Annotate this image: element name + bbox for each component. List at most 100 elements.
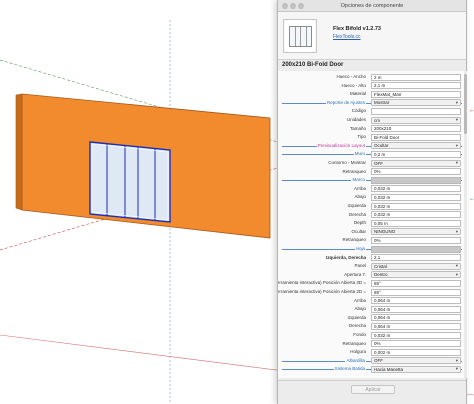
attribute-row: Izquierda 0,032 m [278,202,462,210]
plugin-name: Flex Bifold v1.2.73 [333,26,381,32]
attribute-input[interactable]: 0,032 m [371,185,461,193]
attribute-input[interactable]: 0,032 m [371,193,461,201]
attribute-input[interactable]: 2 m [371,73,461,81]
attribute-label: Derecha [348,211,366,217]
attribute-row: Tipo Bi-Fold Door [278,133,462,141]
attribute-input[interactable]: FlexMat_Marr [371,90,461,98]
attribute-label: Tamaño [349,125,366,131]
attribute-label: Retranqueo [342,237,366,243]
apply-button[interactable]: Aplicar [351,385,395,394]
attribute-label: Marco [351,177,366,183]
attribute-input[interactable]: 85° [371,279,461,287]
attribute-dropdown[interactable]: cm [371,116,461,124]
attribute-input[interactable]: Bi-Fold Door [371,133,461,141]
attribute-input[interactable]: 0,032 m [371,211,461,219]
attribute-row: Marco [278,176,462,184]
attribute-label: Sistema Batida [333,366,366,372]
attribute-label: Abajo [354,194,366,200]
attribute-input[interactable]: 0,032 m [371,331,461,339]
attribute-input[interactable]: 2,1 [371,254,461,262]
attribute-label: Unidades [346,117,366,122]
attribute-row: Izquierda 0,064 m [278,314,462,322]
attribute-row: Previsualización Layout Ocultar [278,142,462,150]
attribute-label: Hueco - Ancho [336,74,366,79]
attribute-label: Izquierda, Derecha [325,254,366,260]
scrollbar-thumb[interactable] [464,74,467,134]
attribute-row: (herramienta interactiva) Posición Abier… [278,288,462,296]
attribute-row: Panel Cristal [278,262,462,270]
attribute-dropdown[interactable]: Ocultar [371,142,461,150]
attribute-input[interactable]: 0,002 m [371,348,461,356]
door-thumbnail-icon [289,26,312,47]
attribute-input[interactable]: 0% [371,340,461,348]
attribute-row: Derecha 0,064 m [278,322,462,330]
attribute-label: Panel [354,263,366,269]
component-options-panel: Opciones de componente Flex Bifold v1.2.… [277,0,468,404]
attribute-input[interactable]: 0% [371,168,461,176]
attribute-row: Hueco - Alto 2,1 m [278,82,462,90]
attribute-row: (herramienta interactiva) Posición Abier… [278,279,462,287]
attribute-input[interactable]: 0% [371,236,461,244]
attribute-row: Fondo 0,032 m [278,331,462,339]
attribute-label: Tipo [357,134,366,140]
component-thumbnail [283,19,317,53]
attribute-input[interactable]: 0,064 m [371,322,461,330]
attribute-dropdown[interactable]: OFF [371,159,461,167]
attribute-input[interactable] [371,107,461,115]
window-titlebar[interactable]: Opciones de componente [278,0,466,12]
attribute-dropdown[interactable]: Dentro [371,271,461,279]
attribute-label: Albardilla [345,357,366,363]
bifold-door[interactable] [89,141,171,223]
attribute-disabled-field [371,176,461,184]
panel-footer: Aplicar [278,380,466,404]
attribute-row: Hoja [278,245,462,253]
attribute-dropdown[interactable]: Hacia Manetta [371,365,461,373]
window-title: Opciones de componente [340,3,404,9]
attribute-label: Reporte de Ajustes [325,99,366,105]
attribute-input[interactable]: 0,2 m [371,150,461,158]
attribute-row: Tamaño 200x210 [278,125,462,133]
attribute-label: Depth [353,220,366,226]
attribute-disabled-field [371,245,461,253]
attribute-dropdown[interactable]: Cristal [371,262,461,270]
attribute-row: Reporte de Ajustes Mostrar [278,99,462,107]
attribute-row: Muro 0,2 m [278,150,462,158]
attribute-dropdown[interactable]: Mostrar [371,99,461,107]
attribute-label: Retranqueo [342,340,366,346]
attribute-label: Arriba [353,185,366,191]
attribute-label: (herramienta interactiva) Posición Abier… [278,280,366,286]
attribute-row: Hueco - Ancho 2 m [278,73,462,81]
attribute-row: Abajo 0,064 m [278,305,462,313]
attribute-input[interactable]: 0,05 m [371,219,461,227]
attribute-label: Apertura T. [344,271,366,277]
attribute-row: Arriba 0,064 m [278,297,462,305]
attribute-label: Abajo [354,306,366,312]
attribute-label: Hueco - Alto [341,82,366,88]
attribute-input[interactable]: 0,064 m [371,314,461,322]
attribute-row: Contorno - Mostrar OFF [278,159,462,167]
attribute-row: Retranqueo 0% [278,236,462,244]
attribute-label: Izquierda [347,203,366,208]
attribute-label: Holgura [350,349,366,355]
attribute-row: Derecha 0,032 m [278,211,462,219]
attribute-input[interactable]: 85° [371,288,461,296]
attribute-label: Material [349,91,366,97]
attribute-input[interactable]: 2,1 m [371,82,461,90]
attribute-label: Contorno - Mostrar [328,160,366,165]
attribute-row: Unidades cm [278,116,462,124]
plugin-header: Flex Bifold v1.2.73 FlexTools.cc [278,12,466,60]
attribute-row: Sistema Batida Hacia Manetta [278,365,462,373]
attribute-dropdown[interactable]: OFF [371,357,461,365]
plugin-website-link[interactable]: FlexTools.cc [333,34,361,40]
attribute-input[interactable]: 0,064 m [371,305,461,313]
attribute-label: Arriba [353,297,366,303]
attribute-label: Ocultar [351,228,366,234]
attribute-label: Izquierda [347,314,366,320]
attribute-label: Retranqueo [342,168,366,174]
attribute-row: Código [278,107,462,115]
attribute-dropdown[interactable]: NINGUNO [371,228,461,236]
attribute-row: Retranqueo 0% [278,340,462,348]
attribute-input[interactable]: 0,032 m [371,202,461,210]
attribute-input[interactable]: 0,064 m [371,297,461,305]
attribute-input[interactable]: 200x210 [371,125,461,133]
